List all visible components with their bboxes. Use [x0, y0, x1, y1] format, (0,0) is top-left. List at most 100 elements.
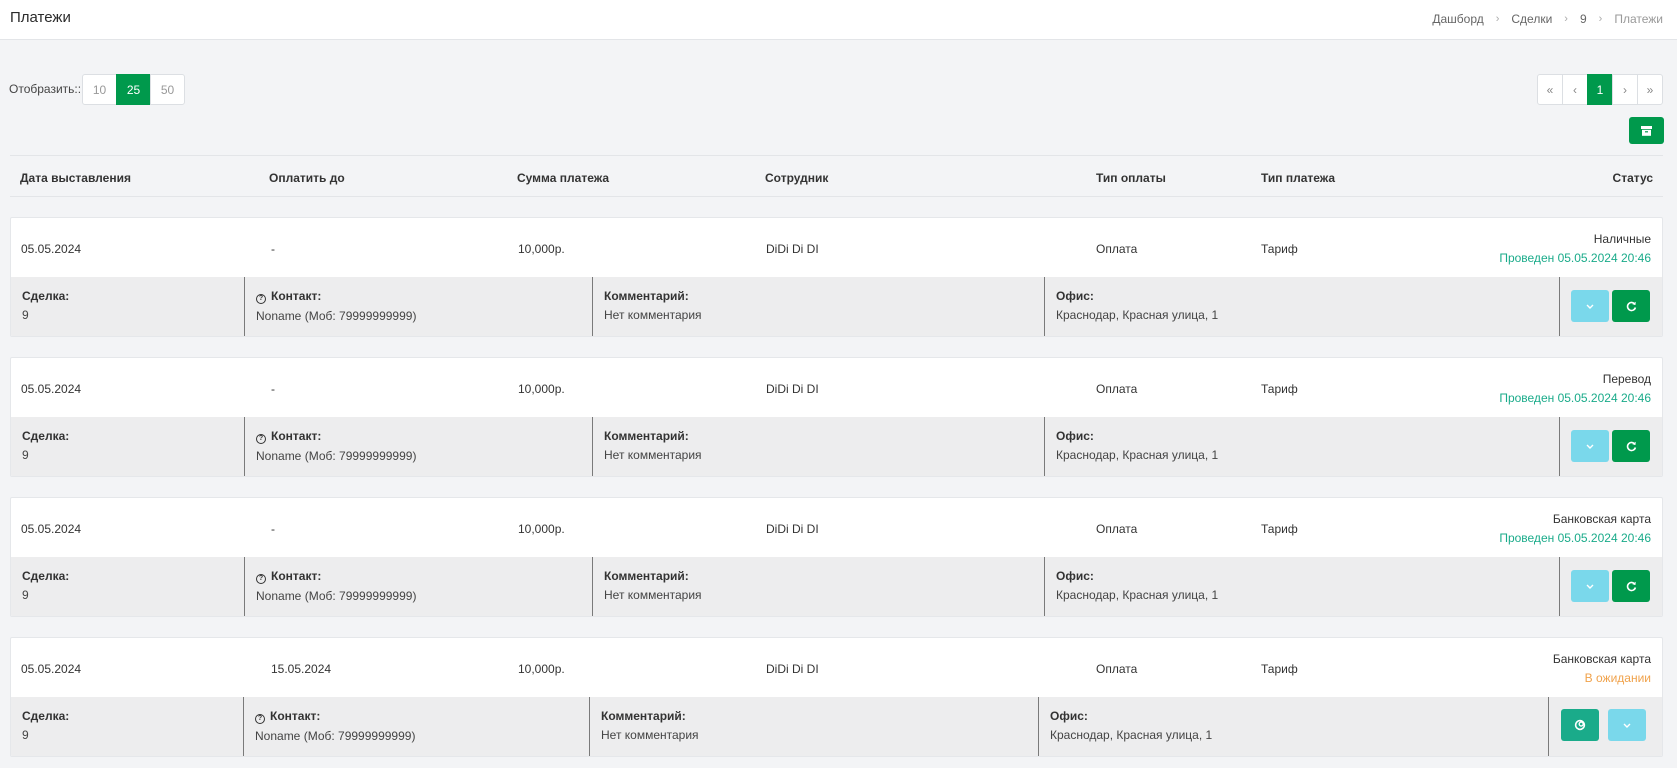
- per-page-label: Отобразить::: [9, 82, 82, 96]
- page-prev-button[interactable]: ‹: [1562, 74, 1588, 105]
- column-header-payment-type[interactable]: Тип платежа: [1261, 171, 1335, 185]
- archive-button[interactable]: [1629, 117, 1664, 144]
- contact-value: Noname (Моб: 79999999999): [255, 729, 416, 743]
- comment-label: Комментарий:: [604, 289, 689, 303]
- refresh-icon: [1626, 301, 1636, 311]
- question-circle-icon[interactable]: ?: [255, 714, 265, 724]
- chevron-down-icon: [1586, 444, 1594, 449]
- payment-method: Наличные: [1593, 232, 1651, 246]
- comment-value: Нет комментария: [604, 308, 702, 322]
- column-header-employee[interactable]: Сотрудник: [765, 171, 828, 185]
- breadcrumb-current: Платежи: [1614, 12, 1663, 26]
- payment-card: 05.05.2024 15.05.2024 10,000р. DiDi Di D…: [10, 637, 1663, 757]
- office-label: Офис:: [1056, 289, 1094, 303]
- employee: DiDi Di DI: [766, 522, 819, 536]
- office-cell: Офис: Краснодар, Красная улица, 1: [1044, 417, 1559, 476]
- expand-button[interactable]: [1571, 290, 1609, 322]
- page-first-button[interactable]: «: [1537, 74, 1563, 105]
- issue-date: 05.05.2024: [21, 522, 82, 536]
- deal-cell: Сделка: 9: [11, 417, 244, 476]
- office-label: Офис:: [1056, 429, 1094, 443]
- payment-details: Сделка: 9 ? Контакт: Noname (Моб: 7999999…: [11, 697, 1662, 756]
- payment-method: Банковская карта: [1552, 652, 1651, 666]
- per-page-25[interactable]: 25: [116, 74, 151, 105]
- office-label: Офис:: [1056, 569, 1094, 583]
- page-current-button[interactable]: 1: [1587, 74, 1613, 105]
- issue-date: 05.05.2024: [21, 662, 82, 676]
- question-circle-icon[interactable]: ?: [256, 574, 266, 584]
- column-header-status[interactable]: Статус: [1613, 171, 1653, 185]
- office-cell: Офис: Краснодар, Красная улица, 1: [1038, 697, 1548, 756]
- top-bar: Платежи Дашборд › Сделки › 9 › Платежи: [0, 0, 1677, 40]
- status-cell: Банковская карта Проведен 05.05.2024 20:…: [1499, 512, 1651, 545]
- payment-type: Тариф: [1261, 242, 1298, 256]
- deal-label: Сделка:: [22, 289, 70, 303]
- office-value: Краснодар, Красная улица, 1: [1050, 728, 1213, 742]
- issue-date: 05.05.2024: [21, 242, 82, 256]
- payment-method: Перевод: [1602, 372, 1651, 386]
- amount: 10,000р.: [518, 662, 565, 676]
- comment-cell: Комментарий: Нет комментария: [592, 557, 1044, 616]
- deal-cell: Сделка: 9: [11, 557, 244, 616]
- status-cell: Перевод Проведен 05.05.2024 20:46: [1499, 372, 1651, 405]
- per-page-50[interactable]: 50: [150, 74, 185, 105]
- question-circle-icon[interactable]: ?: [256, 434, 266, 444]
- column-header-amount[interactable]: Сумма платежа: [517, 171, 609, 185]
- column-header-date[interactable]: Дата выставления: [20, 171, 131, 185]
- comment-cell: Комментарий: Нет комментария: [592, 277, 1044, 336]
- per-page-10[interactable]: 10: [82, 74, 117, 105]
- payment-type: Тариф: [1261, 382, 1298, 396]
- deal-value[interactable]: 9: [22, 588, 233, 602]
- actions-cell: [1559, 557, 1662, 616]
- contact-value: Noname (Моб: 79999999999): [256, 589, 417, 603]
- deal-label: Сделка:: [22, 429, 70, 443]
- payment-method: Банковская карта: [1552, 512, 1651, 526]
- payment-row: 05.05.2024 - 10,000р. DiDi Di DI Оплата …: [11, 498, 1662, 557]
- payment-card: 05.05.2024 - 10,000р. DiDi Di DI Оплата …: [10, 357, 1663, 477]
- page-title: Платежи: [10, 9, 71, 26]
- column-header-pay-type[interactable]: Тип оплаты: [1096, 171, 1166, 185]
- expand-button[interactable]: [1571, 430, 1609, 462]
- comment-cell: Комментарий: Нет комментария: [592, 417, 1044, 476]
- contact-label: Контакт:: [271, 569, 322, 583]
- refresh-button[interactable]: [1612, 430, 1650, 462]
- refresh-button[interactable]: [1612, 290, 1650, 322]
- page-next-button[interactable]: ›: [1612, 74, 1638, 105]
- due-date: -: [271, 242, 275, 256]
- status-text: Проведен 05.05.2024 20:46: [1499, 391, 1651, 405]
- refresh-icon: [1626, 441, 1636, 451]
- actions-cell: [1548, 697, 1662, 756]
- column-header-due[interactable]: Оплатить до: [269, 171, 345, 185]
- per-page-selector: 10 25 50: [82, 74, 185, 105]
- payment-details: Сделка: 9 ? Контакт: Noname (Моб: 7999999…: [11, 557, 1662, 616]
- employee: DiDi Di DI: [766, 382, 819, 396]
- page-last-button[interactable]: »: [1637, 74, 1663, 105]
- office-label: Офис:: [1050, 709, 1088, 723]
- expand-button[interactable]: [1571, 570, 1609, 602]
- deal-value[interactable]: 9: [22, 448, 233, 462]
- deal-value[interactable]: 9: [22, 728, 232, 742]
- comment-value: Нет комментария: [604, 588, 702, 602]
- link-button[interactable]: [1561, 709, 1599, 741]
- office-value: Краснодар, Красная улица, 1: [1056, 588, 1219, 602]
- employee: DiDi Di DI: [766, 662, 819, 676]
- deal-label: Сделка:: [22, 709, 70, 723]
- breadcrumb-deals[interactable]: Сделки: [1511, 12, 1552, 26]
- chevron-down-icon: [1586, 584, 1594, 589]
- expand-button[interactable]: [1608, 709, 1646, 741]
- refresh-button[interactable]: [1612, 570, 1650, 602]
- contact-value: Noname (Моб: 79999999999): [256, 449, 417, 463]
- pay-type: Оплата: [1096, 242, 1138, 256]
- office-value: Краснодар, Красная улица, 1: [1056, 448, 1219, 462]
- breadcrumb-deal[interactable]: 9: [1580, 12, 1587, 26]
- pay-type: Оплата: [1096, 522, 1138, 536]
- deal-value[interactable]: 9: [22, 308, 233, 322]
- due-date: 15.05.2024: [271, 662, 332, 676]
- chevron-right-icon: ›: [1598, 13, 1603, 25]
- breadcrumb-dashboard[interactable]: Дашборд: [1432, 12, 1483, 26]
- issue-date: 05.05.2024: [21, 382, 82, 396]
- payment-type: Тариф: [1261, 522, 1298, 536]
- payment-card: 05.05.2024 - 10,000р. DiDi Di DI Оплата …: [10, 497, 1663, 617]
- contact-cell: ? Контакт: Noname (Моб: 79999999999): [244, 417, 592, 476]
- question-circle-icon[interactable]: ?: [256, 294, 266, 304]
